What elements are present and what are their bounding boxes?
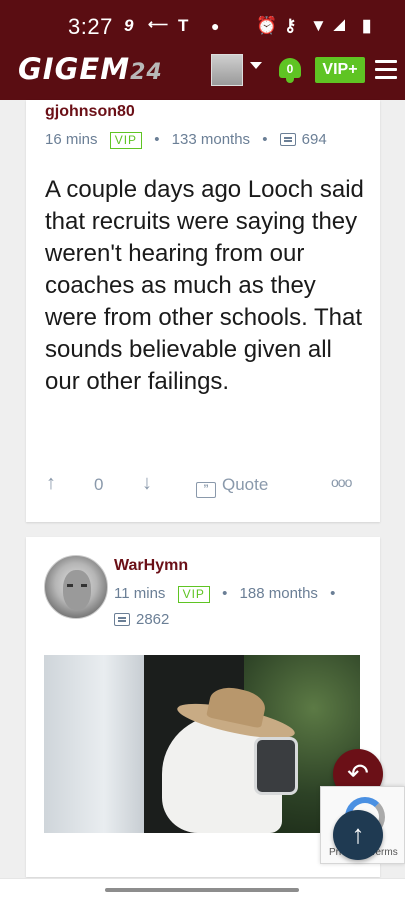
- home-gesture-bar[interactable]: [105, 888, 299, 892]
- member-tenure: 133 months: [171, 131, 251, 148]
- wifi-icon: ▼: [310, 16, 327, 35]
- comment-icon: [114, 613, 130, 626]
- comment-icon: [279, 133, 296, 146]
- notification-count: 0: [286, 62, 294, 76]
- post-meta: 11 mins VIP • 188 months •: [114, 585, 343, 603]
- quote-button[interactable]: ” Quote: [196, 475, 268, 498]
- post-meta: 16 mins VIP • 133 months • 694: [45, 131, 327, 149]
- t-mobile-icon: T: [178, 16, 189, 35]
- post-card: gjohnson80 16 mins VIP • 133 months • 69…: [26, 100, 380, 522]
- post-body: A couple days ago Looch said that recrui…: [45, 176, 364, 395]
- scroll-to-top-button[interactable]: ↑: [333, 810, 383, 860]
- hamburger-menu-icon[interactable]: [375, 60, 397, 80]
- status-time: 3:27: [68, 14, 113, 39]
- comment-count: 694: [301, 131, 327, 148]
- separator-dot: •: [330, 585, 336, 602]
- arrow-icon: ⟵: [148, 16, 169, 32]
- downvote-arrow-icon[interactable]: ↓: [142, 472, 152, 495]
- chevron-down-icon[interactable]: [250, 62, 262, 69]
- separator-dot: •: [262, 131, 268, 148]
- post-time: 11 mins: [114, 585, 166, 602]
- more-options-icon[interactable]: ooo: [331, 474, 352, 490]
- post-username[interactable]: WarHymn: [114, 557, 188, 575]
- separator-dot: •: [154, 131, 160, 148]
- brand-text: GIGEM: [18, 52, 131, 86]
- post-comment-meta: 2862: [114, 611, 169, 628]
- user-avatar[interactable]: [211, 54, 243, 86]
- dot-icon: ●: [211, 18, 220, 34]
- quote-icon: ”: [196, 482, 216, 498]
- comment-count: 2862: [136, 611, 170, 628]
- notification-bell-icon[interactable]: 0: [276, 54, 304, 84]
- vip-badge: VIP: [177, 586, 210, 603]
- vip-badge: VIP: [109, 132, 143, 149]
- site-logo[interactable]: GIGEM24: [18, 52, 163, 86]
- avatar[interactable]: [44, 555, 108, 619]
- post-time: 16 mins: [45, 131, 98, 148]
- battery-icon: ▮: [362, 16, 372, 35]
- nine-icon: 9: [124, 16, 134, 35]
- quote-label: Quote: [222, 475, 269, 494]
- signal-icon: ◢: [334, 16, 345, 32]
- brand-number: 24: [130, 60, 163, 85]
- system-nav-bar: [0, 878, 405, 900]
- alarm-icon: ⏰: [256, 16, 278, 35]
- post-actions: ↑ 0 ↓ ” Quote ooo: [26, 472, 380, 502]
- status-bar: 3:27 9 ⟵ T ● ⏰ ⚷ ▼ ◢ ▮: [0, 0, 405, 52]
- upvote-arrow-icon[interactable]: ↑: [46, 472, 56, 495]
- key-icon: ⚷: [284, 16, 297, 35]
- post-gif-image[interactable]: [44, 655, 360, 833]
- separator-dot: •: [222, 585, 228, 602]
- vip-plus-button[interactable]: VIP+: [315, 57, 365, 83]
- post-username[interactable]: gjohnson80: [45, 103, 135, 121]
- app-header: 3:27 9 ⟵ T ● ⏰ ⚷ ▼ ◢ ▮ GIGEM24 0 VIP+: [0, 0, 405, 100]
- vote-count: 0: [94, 475, 104, 494]
- member-tenure: 188 months: [239, 585, 318, 602]
